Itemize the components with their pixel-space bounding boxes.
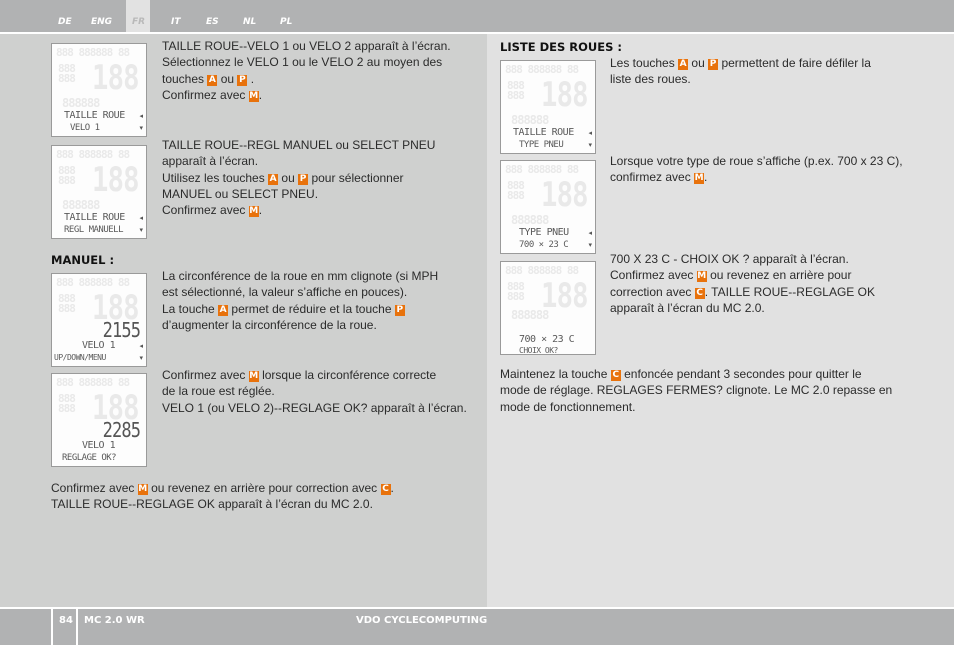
display-line-1: TAILLE ROUE: [64, 212, 125, 223]
display-image-regl-manuel: 888 888888 88 188 888 888 888888 TAILLE R…: [51, 145, 147, 239]
arrow-icon: ◂: [139, 342, 143, 350]
display-line-2: 700 × 23 C: [519, 240, 569, 250]
key-c-icon: C: [694, 287, 705, 299]
instruction-text: TAILLE ROUE--REGL MANUEL ou SELECT PNEU …: [162, 138, 436, 218]
key-a-icon: A: [218, 304, 229, 316]
key-c-icon: C: [610, 370, 621, 381]
key-p-icon: P: [298, 173, 309, 185]
arrow-icon: ▾: [588, 241, 592, 249]
arrow-icon: ◂: [139, 112, 143, 120]
display-line-1: VELO 1: [82, 440, 116, 451]
language-bar: DE ENG FR IT ES NL PL: [0, 0, 954, 32]
instruction-text: Les touches A ou P permettent de faire d…: [610, 56, 871, 87]
arrow-icon: ◂: [588, 229, 592, 237]
lang-tab-pl[interactable]: PL: [280, 17, 292, 27]
instruction-text: TAILLE ROUE--VELO 1 ou VELO 2 apparaît à…: [162, 39, 451, 102]
display-image-reglage-ok: 888 888888 88 188 888 888 2285 VELO 1 REG…: [51, 373, 147, 467]
model-name: MC 2.0 WR: [84, 615, 145, 626]
closing-text: Confirmez avec M ou revenez en arrière p…: [51, 481, 394, 512]
arrow-icon: ◂: [139, 214, 143, 222]
display-line-2: REGL MANUELL: [64, 225, 124, 235]
page-number: 84: [59, 615, 73, 626]
page-footer: 84 MC 2.0 WR VDO CYCLECOMPUTING: [0, 609, 954, 645]
display-line-1: TYPE PNEU: [519, 227, 569, 238]
key-a-icon: A: [678, 59, 689, 70]
key-p-icon: P: [708, 59, 719, 70]
active-language-highlight: [126, 0, 150, 32]
display-image-type-pneu: 888 888888 88 188 888 888 888888 TAILLE R…: [500, 60, 596, 154]
display-number: 2155: [102, 318, 140, 342]
key-p-icon: P: [394, 304, 405, 316]
section-heading-manuel: MANUEL :: [51, 253, 115, 267]
key-m-icon: M: [696, 271, 707, 283]
instruction-text: La circonférence de la roue en mm cligno…: [162, 269, 439, 332]
lang-tab-de[interactable]: DE: [58, 17, 72, 27]
display-image-choix-ok: 888 888888 88 188 888 888 888888 700 × 23…: [500, 261, 596, 355]
instruction-text: Lorsque votre type de roue s’affiche (p.…: [610, 154, 903, 185]
display-line-2: CHOIX OK?: [519, 346, 558, 355]
key-m-icon: M: [248, 206, 259, 218]
display-line-2: TYPE PNEU: [519, 140, 564, 150]
display-line-1: TAILLE ROUE: [64, 110, 125, 121]
lang-tab-es[interactable]: ES: [206, 17, 219, 27]
section-heading-liste-des-roues: LISTE DES ROUES :: [500, 40, 622, 54]
instruction-text: Confirmez avec M lorsque la circonférenc…: [162, 368, 467, 415]
key-a-icon: A: [268, 173, 279, 185]
display-line-1: VELO 1: [82, 340, 116, 351]
display-image-velo: 888 888888 88 188 888 888 888888 TAILLE R…: [51, 43, 147, 137]
key-m-icon: M: [248, 90, 259, 102]
key-c-icon: C: [380, 484, 391, 495]
display-number: 2285: [102, 418, 140, 442]
footer-divider-line: [76, 609, 78, 645]
brand-name: VDO CYCLECOMPUTING: [356, 615, 488, 626]
display-image-circumference: 888 888888 88 188 888 888 2155 VELO 1 UP/…: [51, 273, 147, 367]
arrow-icon: ◂: [588, 129, 592, 137]
lang-tab-it[interactable]: IT: [171, 17, 181, 27]
key-m-icon: M: [248, 371, 259, 382]
key-a-icon: A: [207, 74, 218, 86]
closing-text: Maintenez la touche C enfoncée pendant 3…: [500, 367, 893, 414]
arrow-icon: ▾: [139, 124, 143, 132]
lang-tab-nl[interactable]: NL: [243, 17, 256, 27]
lang-tab-eng[interactable]: ENG: [91, 17, 112, 27]
key-m-icon: M: [694, 173, 705, 185]
arrow-icon: ▾: [139, 354, 143, 362]
arrow-icon: ▾: [139, 226, 143, 234]
display-line-2: VELO 1: [70, 123, 100, 133]
instruction-text: 700 X 23 C - CHOIX OK ? apparaît à l’écr…: [610, 252, 875, 315]
footer-divider-line: [51, 609, 53, 645]
display-image-700x23c: 888 888888 88 188 888 888 888888 TYPE PNE…: [500, 160, 596, 254]
key-m-icon: M: [137, 484, 148, 495]
display-line-1: TAILLE ROUE: [513, 127, 574, 138]
lang-tab-fr[interactable]: FR: [132, 17, 145, 27]
key-p-icon: P: [237, 74, 248, 86]
display-line-2: REGLAGE OK?: [62, 453, 117, 463]
display-line-2: UP/DOWN/MENU: [54, 353, 106, 362]
display-line-1: 700 × 23 C: [519, 334, 575, 345]
arrow-icon: ▾: [588, 141, 592, 149]
